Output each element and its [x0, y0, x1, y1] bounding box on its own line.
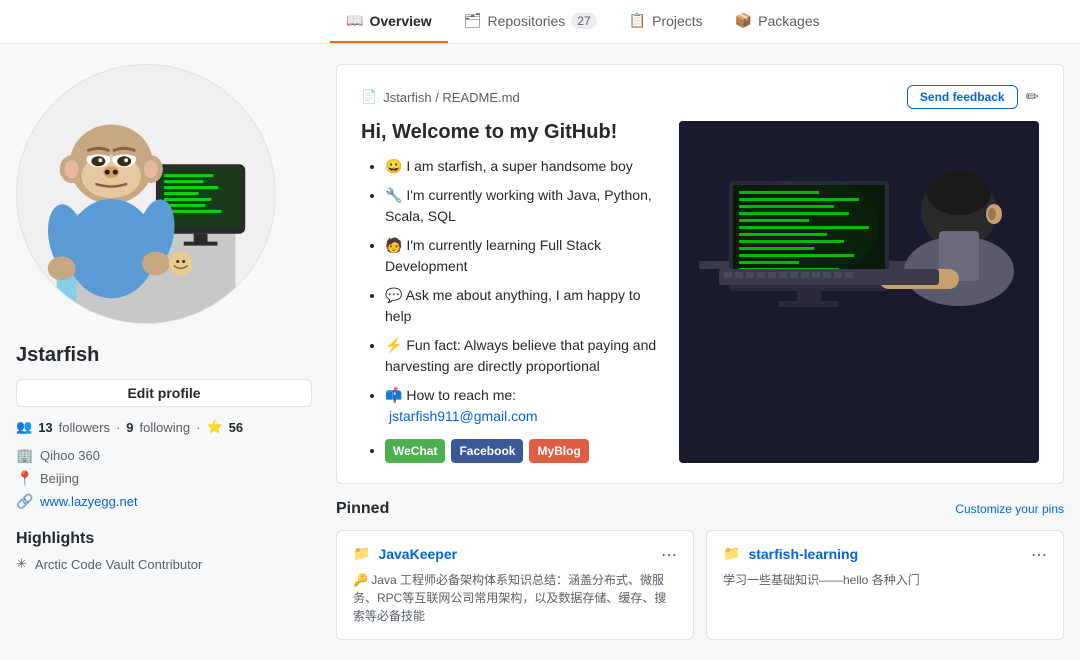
- location-icon: 📍: [16, 470, 32, 487]
- tab-projects[interactable]: 📋 Projects: [613, 0, 719, 43]
- company-meta: 🏢 Qihoo 360: [16, 447, 312, 464]
- followers-count[interactable]: 13: [38, 420, 52, 435]
- tab-repositories[interactable]: 🗂 Repositories 27: [448, 0, 613, 43]
- website-meta: 🔗 www.lazyegg.net: [16, 493, 312, 510]
- stars-count[interactable]: 56: [229, 420, 243, 435]
- list-item: 😀 I am starfish, a super handsome boy: [385, 156, 659, 177]
- tab-packages-label: Packages: [758, 13, 819, 29]
- pinned-title: Pinned: [336, 500, 389, 518]
- repo-small-icon-2: 📁: [723, 545, 740, 562]
- pinned-grid: 📁 JavaKeeper ⋯ 🔑 Java 工程师必备架构体系知识总结：涵盖分布…: [336, 530, 1064, 640]
- highlights-section: Highlights ✳ Arctic Code Vault Contribut…: [16, 530, 312, 572]
- list-item: 🔧 I'm currently working with Java, Pytho…: [385, 185, 659, 227]
- pinned-repo-info: 📁 JavaKeeper: [353, 545, 457, 562]
- pinned-card-header-2: 📁 starfish-learning ⋯: [723, 545, 1047, 565]
- item-text: Fun fact: Always believe that paying and…: [385, 337, 656, 374]
- repo-name-starfish[interactable]: starfish-learning: [748, 546, 858, 562]
- tab-packages[interactable]: 📦 Packages: [719, 0, 836, 43]
- pinned-repo-info-2: 📁 starfish-learning: [723, 545, 858, 562]
- followers-label: followers: [59, 420, 110, 435]
- readme-path: 📄 Jstarfish / README.md: [361, 89, 520, 105]
- readme-actions: Send feedback ✏: [907, 85, 1039, 109]
- tab-repositories-label: Repositories: [487, 13, 565, 29]
- sidebar: Jstarfish Edit profile 👥 13 followers · …: [16, 64, 312, 640]
- wechat-badge[interactable]: WeChat: [385, 439, 445, 463]
- facebook-badge[interactable]: Facebook: [451, 439, 523, 463]
- tab-projects-label: Projects: [652, 13, 703, 29]
- website-link[interactable]: www.lazyegg.net: [40, 494, 138, 509]
- repo-icon: 🗂: [464, 12, 482, 29]
- readme-card: 📄 Jstarfish / README.md Send feedback ✏ …: [336, 64, 1064, 484]
- username: Jstarfish: [16, 344, 312, 367]
- tab-overview[interactable]: 📖 Overview: [330, 0, 448, 43]
- pinned-section: Pinned Customize your pins 📁 JavaKeeper …: [336, 500, 1064, 640]
- file-icon: 📄: [361, 89, 377, 105]
- item-text: How to reach me:: [406, 387, 516, 403]
- star-icon: ⭐: [206, 419, 222, 435]
- readme-title: Hi, Welcome to my GitHub!: [361, 121, 659, 144]
- highlight-text: Arctic Code Vault Contributor: [35, 557, 202, 572]
- main-content: 📄 Jstarfish / README.md Send feedback ✏ …: [336, 64, 1064, 640]
- avatar: [16, 64, 276, 324]
- list-item: 💬 Ask me about anything, I am happy to h…: [385, 285, 659, 327]
- pinned-desc-starfish: 学习一些基础知识——hello 各种入门: [723, 571, 1047, 589]
- ellipsis-icon[interactable]: ⋯: [661, 545, 677, 565]
- highlights-title: Highlights: [16, 530, 312, 548]
- readme-content: Hi, Welcome to my GitHub! 😀 I am starfis…: [361, 121, 1039, 463]
- book-icon: 📖: [346, 12, 363, 29]
- tab-overview-label: Overview: [369, 13, 431, 29]
- repo-small-icon: 📁: [353, 545, 370, 562]
- send-feedback-button[interactable]: Send feedback: [907, 85, 1018, 109]
- item-text: I'm currently working with Java, Python,…: [385, 187, 652, 224]
- building-icon: 🏢: [16, 447, 32, 464]
- following-count[interactable]: 9: [126, 420, 133, 435]
- follow-stats: 👥 13 followers · 9 following · ⭐ 56: [16, 419, 312, 435]
- profile-nav: 📖 Overview 🗂 Repositories 27 📋 Projects …: [0, 0, 1080, 44]
- readme-text: Hi, Welcome to my GitHub! 😀 I am starfis…: [361, 121, 659, 463]
- pinned-card-header: 📁 JavaKeeper ⋯: [353, 545, 677, 565]
- pinned-card-starfish: 📁 starfish-learning ⋯ 学习一些基础知识——hello 各种…: [706, 530, 1064, 640]
- pinned-card-javakeeper: 📁 JavaKeeper ⋯ 🔑 Java 工程师必备架构体系知识总结：涵盖分布…: [336, 530, 694, 640]
- list-item: 📫 How to reach me: jstarfish911@gmail.co…: [385, 385, 659, 427]
- project-icon: 📋: [629, 12, 646, 29]
- readme-header: 📄 Jstarfish / README.md Send feedback ✏: [361, 85, 1039, 109]
- edit-icon[interactable]: ✏: [1026, 87, 1039, 107]
- link-icon: 🔗: [16, 493, 32, 510]
- asterisk-icon: ✳: [16, 556, 27, 572]
- myblog-badge[interactable]: MyBlog: [529, 439, 588, 463]
- location-meta: 📍 Beijing: [16, 470, 312, 487]
- highlight-item: ✳ Arctic Code Vault Contributor: [16, 556, 312, 572]
- list-item: ⚡ Fun fact: Always believe that paying a…: [385, 335, 659, 377]
- repo-name-javakeeper[interactable]: JavaKeeper: [378, 546, 457, 562]
- location-name: Beijing: [40, 471, 79, 486]
- item-text: I'm currently learning Full Stack Develo…: [385, 237, 601, 274]
- ellipsis-icon-2[interactable]: ⋯: [1031, 545, 1047, 565]
- item-text: I am starfish, a super handsome boy: [406, 158, 632, 174]
- page-wrapper: 📖 Overview 🗂 Repositories 27 📋 Projects …: [0, 0, 1080, 660]
- readme-illustration: [679, 121, 1039, 463]
- customize-pins-link[interactable]: Customize your pins: [955, 502, 1064, 516]
- repositories-badge: 27: [571, 13, 596, 29]
- users-icon: 👥: [16, 419, 32, 435]
- list-item: 🧑 I'm currently learning Full Stack Deve…: [385, 235, 659, 277]
- pinned-desc-javakeeper: 🔑 Java 工程师必备架构体系知识总结：涵盖分布式、微服务、RPC等互联网公司…: [353, 571, 677, 625]
- following-label: following: [140, 420, 191, 435]
- email-link[interactable]: jstarfish911@gmail.com: [389, 408, 538, 424]
- profile-meta: 🏢 Qihoo 360 📍 Beijing 🔗 www.lazyegg.net: [16, 447, 312, 510]
- company-name: Qihoo 360: [40, 448, 100, 463]
- item-text: Ask me about anything, I am happy to hel…: [385, 287, 641, 324]
- main-layout: Jstarfish Edit profile 👥 13 followers · …: [0, 44, 1080, 660]
- package-icon: 📦: [735, 12, 752, 29]
- edit-profile-button[interactable]: Edit profile: [16, 379, 312, 407]
- social-badges: WeChat Facebook MyBlog: [385, 439, 659, 463]
- readme-list: 😀 I am starfish, a super handsome boy 🔧 …: [361, 156, 659, 463]
- social-badges-item: WeChat Facebook MyBlog: [385, 435, 659, 463]
- readme-path-text: Jstarfish / README.md: [383, 90, 520, 105]
- pinned-header: Pinned Customize your pins: [336, 500, 1064, 518]
